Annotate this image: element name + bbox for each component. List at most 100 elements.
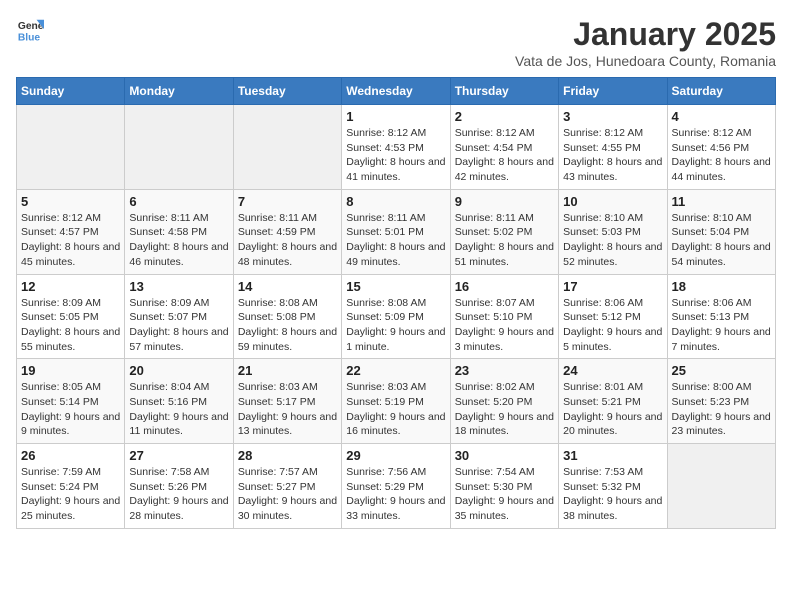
day-info-28: Sunrise: 7:57 AMSunset: 5:27 PMDaylight:… <box>238 465 337 524</box>
day-cell-5: 5 Sunrise: 8:12 AMSunset: 4:57 PMDaylight… <box>17 189 125 274</box>
week-row-2: 5 Sunrise: 8:12 AMSunset: 4:57 PMDaylight… <box>17 189 776 274</box>
day-cell-8: 8 Sunrise: 8:11 AMSunset: 5:01 PMDaylight… <box>342 189 450 274</box>
day-info-16: Sunrise: 8:07 AMSunset: 5:10 PMDaylight:… <box>455 296 554 355</box>
day-info-23: Sunrise: 8:02 AMSunset: 5:20 PMDaylight:… <box>455 380 554 439</box>
day-info-1: Sunrise: 8:12 AMSunset: 4:53 PMDaylight:… <box>346 126 445 185</box>
day-info-8: Sunrise: 8:11 AMSunset: 5:01 PMDaylight:… <box>346 211 445 270</box>
day-info-20: Sunrise: 8:04 AMSunset: 5:16 PMDaylight:… <box>129 380 228 439</box>
day-number-26: 26 <box>21 448 120 463</box>
day-number-18: 18 <box>672 279 771 294</box>
day-number-27: 27 <box>129 448 228 463</box>
day-number-21: 21 <box>238 363 337 378</box>
day-cell-22: 22Sunrise: 8:03 AMSunset: 5:19 PMDayligh… <box>342 359 450 444</box>
logo: General Blue <box>16 16 44 44</box>
day-info-4: Sunrise: 8:12 AMSunset: 4:56 PMDaylight:… <box>672 126 771 185</box>
day-cell-27: 27 Sunrise: 7:58 AMSunset: 5:26 PMDayligh… <box>125 444 233 529</box>
day-info-9: Sunrise: 8:11 AMSunset: 5:02 PMDaylight:… <box>455 211 554 270</box>
day-number-12: 12 <box>21 279 120 294</box>
day-cell-28: 28 Sunrise: 7:57 AMSunset: 5:27 PMDayligh… <box>233 444 341 529</box>
day-cell-23: 23 Sunrise: 8:02 AMSunset: 5:20 PMDayligh… <box>450 359 558 444</box>
day-info-30: Sunrise: 7:54 AMSunset: 5:30 PMDaylight:… <box>455 465 554 524</box>
week-row-1: 1 Sunrise: 8:12 AMSunset: 4:53 PMDaylight… <box>17 105 776 190</box>
header-saturday: Saturday <box>667 78 775 105</box>
day-number-4: 4 <box>672 109 771 124</box>
calendar-title: January 2025 <box>515 16 776 53</box>
day-number-13: 13 <box>129 279 228 294</box>
day-cell-3: 3 Sunrise: 8:12 AMSunset: 4:55 PMDaylight… <box>559 105 667 190</box>
week-row-5: 26 Sunrise: 7:59 AMSunset: 5:24 PMDayligh… <box>17 444 776 529</box>
day-number-22: 22 <box>346 363 445 378</box>
header-wednesday: Wednesday <box>342 78 450 105</box>
day-info-18: Sunrise: 8:06 AMSunset: 5:13 PMDaylight:… <box>672 296 771 355</box>
day-info-7: Sunrise: 8:11 AMSunset: 4:59 PMDaylight:… <box>238 211 337 270</box>
empty-cell-0-2 <box>233 105 341 190</box>
day-cell-15: 15 Sunrise: 8:08 AMSunset: 5:09 PMDayligh… <box>342 274 450 359</box>
header-monday: Monday <box>125 78 233 105</box>
day-cell-12: 12 Sunrise: 8:09 AMSunset: 5:05 PMDayligh… <box>17 274 125 359</box>
day-number-11: 11 <box>672 194 771 209</box>
day-info-11: Sunrise: 8:10 AMSunset: 5:04 PMDaylight:… <box>672 211 771 270</box>
day-info-6: Sunrise: 8:11 AMSunset: 4:58 PMDaylight:… <box>129 211 228 270</box>
day-number-15: 15 <box>346 279 445 294</box>
empty-cell-4-6 <box>667 444 775 529</box>
empty-cell-0-1 <box>125 105 233 190</box>
day-number-9: 9 <box>455 194 554 209</box>
day-cell-2: 2 Sunrise: 8:12 AMSunset: 4:54 PMDaylight… <box>450 105 558 190</box>
day-info-29: Sunrise: 7:56 AMSunset: 5:29 PMDaylight:… <box>346 465 445 524</box>
day-number-14: 14 <box>238 279 337 294</box>
day-number-28: 28 <box>238 448 337 463</box>
day-info-14: Sunrise: 8:08 AMSunset: 5:08 PMDaylight:… <box>238 296 337 355</box>
day-cell-24: 24 Sunrise: 8:01 AMSunset: 5:21 PMDayligh… <box>559 359 667 444</box>
header-tuesday: Tuesday <box>233 78 341 105</box>
day-info-21: Sunrise: 8:03 AMSunset: 5:17 PMDaylight:… <box>238 380 337 439</box>
day-number-16: 16 <box>455 279 554 294</box>
day-number-3: 3 <box>563 109 662 124</box>
day-cell-13: 13 Sunrise: 8:09 AMSunset: 5:07 PMDayligh… <box>125 274 233 359</box>
week-row-4: 19Sunrise: 8:05 AMSunset: 5:14 PMDayligh… <box>17 359 776 444</box>
day-info-27: Sunrise: 7:58 AMSunset: 5:26 PMDaylight:… <box>129 465 228 524</box>
day-cell-17: 17Sunrise: 8:06 AMSunset: 5:12 PMDayligh… <box>559 274 667 359</box>
day-cell-18: 18 Sunrise: 8:06 AMSunset: 5:13 PMDayligh… <box>667 274 775 359</box>
page-header: General Blue January 2025 Vata de Jos, H… <box>16 16 776 69</box>
day-cell-10: 10Sunrise: 8:10 AMSunset: 5:03 PMDayligh… <box>559 189 667 274</box>
title-block: January 2025 Vata de Jos, Hunedoara Coun… <box>515 16 776 69</box>
weekday-header-row: SundayMondayTuesdayWednesdayThursdayFrid… <box>17 78 776 105</box>
day-info-10: Sunrise: 8:10 AMSunset: 5:03 PMDaylight:… <box>563 211 662 270</box>
day-cell-19: 19Sunrise: 8:05 AMSunset: 5:14 PMDayligh… <box>17 359 125 444</box>
header-sunday: Sunday <box>17 78 125 105</box>
calendar-table: SundayMondayTuesdayWednesdayThursdayFrid… <box>16 77 776 529</box>
logo-icon: General Blue <box>16 16 44 44</box>
day-cell-7: 7 Sunrise: 8:11 AMSunset: 4:59 PMDaylight… <box>233 189 341 274</box>
day-cell-11: 11 Sunrise: 8:10 AMSunset: 5:04 PMDayligh… <box>667 189 775 274</box>
empty-cell-0-0 <box>17 105 125 190</box>
day-cell-6: 6Sunrise: 8:11 AMSunset: 4:58 PMDaylight… <box>125 189 233 274</box>
week-row-3: 12 Sunrise: 8:09 AMSunset: 5:05 PMDayligh… <box>17 274 776 359</box>
day-cell-9: 9 Sunrise: 8:11 AMSunset: 5:02 PMDaylight… <box>450 189 558 274</box>
day-number-20: 20 <box>129 363 228 378</box>
day-number-8: 8 <box>346 194 445 209</box>
day-info-31: Sunrise: 7:53 AMSunset: 5:32 PMDaylight:… <box>563 465 662 524</box>
day-cell-20: 20 Sunrise: 8:04 AMSunset: 5:16 PMDayligh… <box>125 359 233 444</box>
day-number-25: 25 <box>672 363 771 378</box>
day-info-2: Sunrise: 8:12 AMSunset: 4:54 PMDaylight:… <box>455 126 554 185</box>
svg-text:Blue: Blue <box>18 32 41 43</box>
day-info-12: Sunrise: 8:09 AMSunset: 5:05 PMDaylight:… <box>21 296 120 355</box>
day-number-29: 29 <box>346 448 445 463</box>
day-info-24: Sunrise: 8:01 AMSunset: 5:21 PMDaylight:… <box>563 380 662 439</box>
day-info-15: Sunrise: 8:08 AMSunset: 5:09 PMDaylight:… <box>346 296 445 355</box>
day-number-23: 23 <box>455 363 554 378</box>
day-info-3: Sunrise: 8:12 AMSunset: 4:55 PMDaylight:… <box>563 126 662 185</box>
day-number-2: 2 <box>455 109 554 124</box>
day-number-7: 7 <box>238 194 337 209</box>
day-number-31: 31 <box>563 448 662 463</box>
day-info-5: Sunrise: 8:12 AMSunset: 4:57 PMDaylight:… <box>21 211 120 270</box>
day-info-13: Sunrise: 8:09 AMSunset: 5:07 PMDaylight:… <box>129 296 228 355</box>
header-thursday: Thursday <box>450 78 558 105</box>
day-cell-4: 4 Sunrise: 8:12 AMSunset: 4:56 PMDaylight… <box>667 105 775 190</box>
day-number-5: 5 <box>21 194 120 209</box>
day-info-26: Sunrise: 7:59 AMSunset: 5:24 PMDaylight:… <box>21 465 120 524</box>
day-number-1: 1 <box>346 109 445 124</box>
day-cell-16: 16 Sunrise: 8:07 AMSunset: 5:10 PMDayligh… <box>450 274 558 359</box>
day-cell-1: 1 Sunrise: 8:12 AMSunset: 4:53 PMDaylight… <box>342 105 450 190</box>
day-number-24: 24 <box>563 363 662 378</box>
